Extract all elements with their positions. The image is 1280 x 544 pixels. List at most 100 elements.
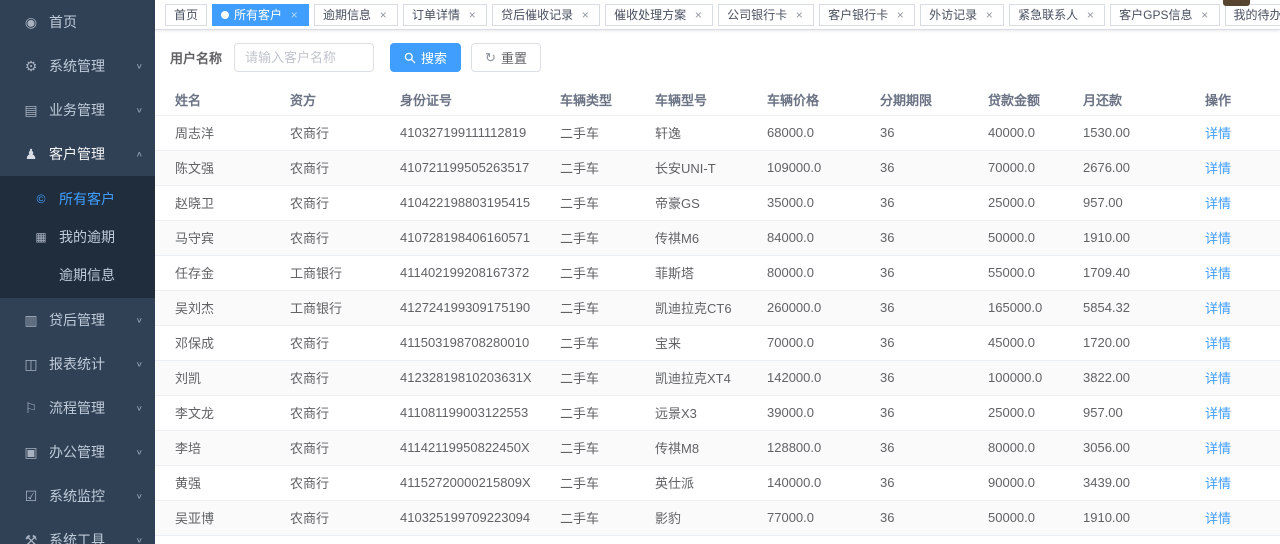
sidebar-item[interactable]: ▦ 我的逾期 xyxy=(0,218,155,256)
tab[interactable]: 所有客户 × xyxy=(212,4,309,26)
actions-cell: 详情 xyxy=(1180,395,1280,430)
cell: 50000.0 xyxy=(988,220,1083,255)
tab[interactable]: 催收处理方案 × xyxy=(605,4,713,26)
actions-cell: 详情 xyxy=(1180,255,1280,290)
detail-link[interactable]: 详情 xyxy=(1205,511,1231,526)
close-icon[interactable]: × xyxy=(579,9,591,21)
detail-link[interactable]: 详情 xyxy=(1205,476,1231,491)
detail-link[interactable]: 详情 xyxy=(1205,301,1231,316)
cell: 陈文强 xyxy=(155,150,290,185)
sidebar-item-dashboard[interactable]: ◉ 首页 xyxy=(0,0,155,44)
cell: 411503198708280010 xyxy=(400,325,560,360)
sidebar-item-label: 首页 xyxy=(49,12,143,32)
cell: 2676.00 xyxy=(1083,150,1180,185)
actions-cell: 详情 xyxy=(1180,185,1280,220)
tab-label: 贷后催收记录 xyxy=(501,6,573,23)
tab[interactable]: 首页 xyxy=(165,4,207,26)
tab[interactable]: 逾期信息 × xyxy=(314,4,398,26)
cell: 帝豪GS xyxy=(655,185,767,220)
cell xyxy=(400,535,560,544)
cell: 36 xyxy=(880,360,988,395)
cell: 凯迪拉克XT4 xyxy=(655,360,767,395)
detail-link[interactable]: 详情 xyxy=(1205,336,1231,351)
sidebar-item-label: 业务管理 xyxy=(49,100,136,120)
sidebar-item-loan[interactable]: ▥ 贷后管理 ∨ xyxy=(0,298,155,342)
table-row: 任存金工商银行411402199208167372二手车菲斯塔80000.036… xyxy=(155,255,1280,290)
close-icon[interactable]: × xyxy=(1199,9,1211,21)
tab[interactable]: 公司银行卡 × xyxy=(718,4,814,26)
sidebar-item-label: 办公管理 xyxy=(49,442,136,462)
cell: 90000.0 xyxy=(988,465,1083,500)
sidebar-item-label: 逾期信息 xyxy=(59,265,143,285)
tab-label: 所有客户 xyxy=(234,6,282,23)
sidebar-item-monitor[interactable]: ☑ 系统监控 ∨ xyxy=(0,474,155,518)
sidebar-item-business[interactable]: ▤ 业务管理 ∨ xyxy=(0,88,155,132)
sidebar-item-office[interactable]: ▣ 办公管理 ∨ xyxy=(0,430,155,474)
detail-link[interactable]: 详情 xyxy=(1205,371,1231,386)
cell: 957.00 xyxy=(1083,185,1180,220)
tab[interactable]: 贷后催收记录 × xyxy=(492,4,600,26)
detail-link[interactable]: 详情 xyxy=(1205,196,1231,211)
detail-link[interactable]: 详情 xyxy=(1205,406,1231,421)
cell: 36 xyxy=(880,430,988,465)
sidebar-item-report[interactable]: ◫ 报表统计 ∨ xyxy=(0,342,155,386)
tab[interactable]: 我的待办 × xyxy=(1225,4,1280,26)
column-header: 贷款金额 xyxy=(988,85,1083,115)
sidebar-item-customer[interactable]: ♟ 客户管理 ∧ xyxy=(0,132,155,176)
menu-icon: ▤ xyxy=(20,102,42,119)
menu-icon: ▦ xyxy=(30,230,52,244)
cell: 36 xyxy=(880,465,988,500)
search-field-label: 用户名称 xyxy=(170,48,222,67)
detail-link[interactable]: 详情 xyxy=(1205,441,1231,456)
close-icon[interactable]: × xyxy=(1084,9,1096,21)
cell: 吴刘杰 xyxy=(155,290,290,325)
tab[interactable]: 外访记录 × xyxy=(920,4,1004,26)
tab[interactable]: 紧急联系人 × xyxy=(1009,4,1105,26)
close-icon[interactable]: × xyxy=(288,9,300,21)
cell: 410422198803195415 xyxy=(400,185,560,220)
chevron-down-icon: ∨ xyxy=(136,360,143,368)
table-row: 吴亚博农商行410325199709223094二手车影豹77000.03650… xyxy=(155,500,1280,535)
cell: 工商银行 xyxy=(290,255,400,290)
table-row: 贾银辉农商行二手车小鹏详情 xyxy=(155,535,1280,544)
cell: 50000.0 xyxy=(988,500,1083,535)
cell: 英仕派 xyxy=(655,465,767,500)
sidebar-item[interactable]: © 所有客户 xyxy=(0,180,155,218)
detail-link[interactable]: 详情 xyxy=(1205,231,1231,246)
tab-label: 催收处理方案 xyxy=(614,6,686,23)
tab-label: 逾期信息 xyxy=(323,6,371,23)
cell: 3056.00 xyxy=(1083,430,1180,465)
tab[interactable]: 客户GPS信息 × xyxy=(1110,4,1219,26)
tab-label: 外访记录 xyxy=(929,6,977,23)
cell: 马守宾 xyxy=(155,220,290,255)
detail-link[interactable]: 详情 xyxy=(1205,266,1231,281)
tab[interactable]: 订单详情 × xyxy=(403,4,487,26)
column-header: 分期期限 xyxy=(880,85,988,115)
tab-label: 订单详情 xyxy=(412,6,460,23)
close-icon[interactable]: × xyxy=(377,9,389,21)
close-icon[interactable]: × xyxy=(983,9,995,21)
column-header: 车辆型号 xyxy=(655,85,767,115)
reset-button[interactable]: ↻ 重置 xyxy=(471,43,541,72)
close-icon[interactable]: × xyxy=(793,9,805,21)
sidebar-item-process[interactable]: ⚐ 流程管理 ∨ xyxy=(0,386,155,430)
search-button[interactable]: 搜索 xyxy=(390,43,461,72)
cell: 菲斯塔 xyxy=(655,255,767,290)
close-icon[interactable]: × xyxy=(466,9,478,21)
sidebar-item-gear[interactable]: ⚙ 系统管理 ∨ xyxy=(0,44,155,88)
detail-link[interactable]: 详情 xyxy=(1205,126,1231,141)
close-icon[interactable]: × xyxy=(894,9,906,21)
cell: 小鹏 xyxy=(655,535,767,544)
sidebar-item[interactable]: 逾期信息 xyxy=(0,256,155,294)
tab-label: 客户GPS信息 xyxy=(1119,6,1192,23)
detail-link[interactable]: 详情 xyxy=(1205,161,1231,176)
sidebar-item-tools[interactable]: ⚒ 系统工具 ∨ xyxy=(0,518,155,544)
cell: 36 xyxy=(880,325,988,360)
search-input[interactable] xyxy=(234,43,374,72)
table-row: 吴刘杰工商银行412724199309175190二手车凯迪拉克CT626000… xyxy=(155,290,1280,325)
cell: 赵晓卫 xyxy=(155,185,290,220)
tab[interactable]: 客户银行卡 × xyxy=(819,4,915,26)
close-icon[interactable]: × xyxy=(692,9,704,21)
actions-cell: 详情 xyxy=(1180,535,1280,544)
table-row: 李文龙农商行411081199003122553二手车远景X339000.036… xyxy=(155,395,1280,430)
